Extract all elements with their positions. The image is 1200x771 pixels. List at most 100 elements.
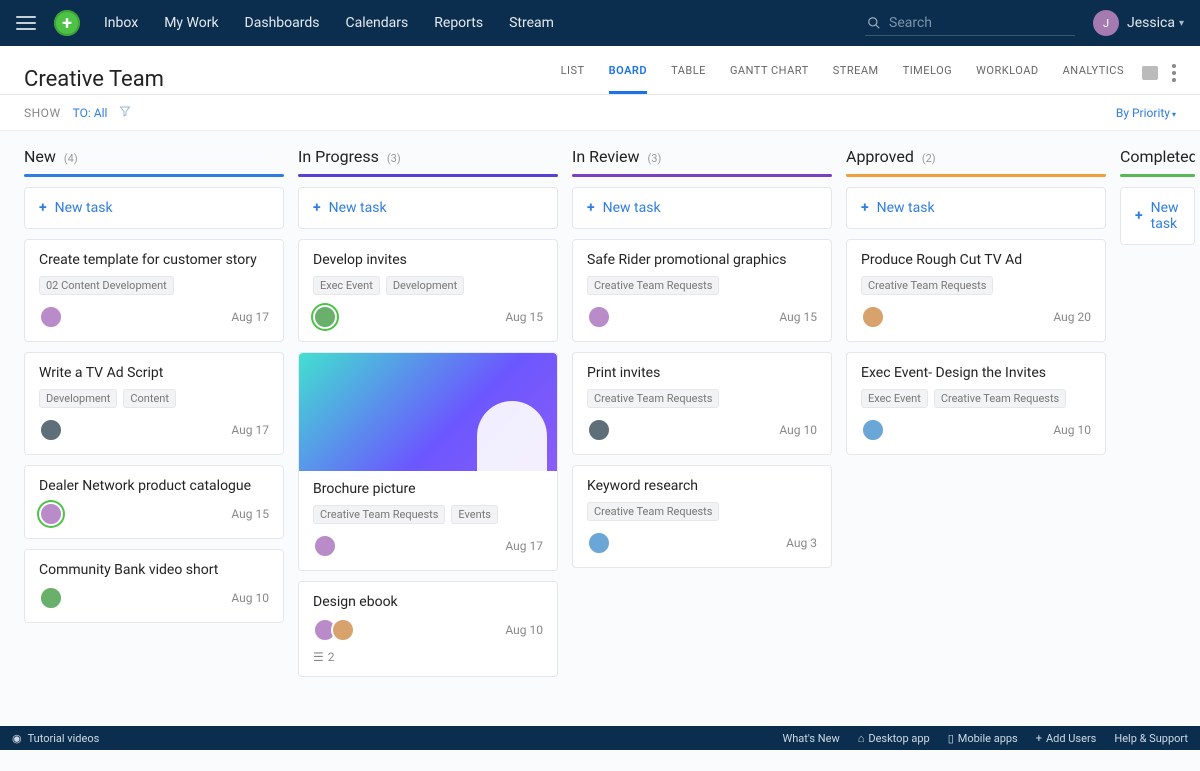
tag: Creative Team Requests (587, 502, 719, 521)
more-menu-icon[interactable] (1172, 64, 1176, 82)
card-tags: Exec EventDevelopment (313, 276, 543, 295)
hamburger-icon[interactable] (16, 16, 36, 30)
tab-workload[interactable]: WORKLOAD (976, 64, 1038, 94)
column-underline (572, 174, 832, 177)
card-date: Aug 15 (231, 507, 269, 521)
task-card[interactable]: Keyword researchCreative Team RequestsAu… (572, 465, 832, 568)
user-name: Jessica (1127, 15, 1175, 31)
new-task-button[interactable]: +New task (298, 187, 558, 229)
card-title: Safe Rider promotional graphics (587, 252, 817, 268)
whats-new-link[interactable]: What's New (782, 732, 839, 745)
board-column: Approved(2)+New taskProduce Rough Cut TV… (846, 145, 1106, 465)
tab-timelog[interactable]: TIMELOG (903, 64, 953, 94)
avatar (39, 502, 63, 526)
card-title: Exec Event- Design the Invites (861, 365, 1091, 381)
nav-reports[interactable]: Reports (434, 15, 483, 31)
mobile-icon: ▯ (948, 732, 954, 745)
folder-icon[interactable] (1142, 66, 1158, 80)
show-label: SHOW (24, 106, 61, 120)
board-column: In Progress(3)+New taskDevelop invitesEx… (298, 145, 558, 687)
column-count: (4) (64, 152, 78, 165)
card-date: Aug 15 (505, 310, 543, 324)
task-card[interactable]: Produce Rough Cut TV AdCreative Team Req… (846, 239, 1106, 342)
assignee-avatars (861, 418, 879, 442)
mobile-apps-link[interactable]: ▯Mobile apps (948, 732, 1018, 745)
tag: Creative Team Requests (313, 505, 445, 524)
tab-board[interactable]: BOARD (609, 64, 647, 94)
avatar (313, 305, 337, 329)
assignee-avatars (313, 534, 331, 558)
search-input[interactable] (889, 15, 1073, 31)
card-date: Aug 15 (779, 310, 817, 324)
assignee-avatars (39, 586, 57, 610)
tutorial-videos-link[interactable]: ◉ Tutorial videos (12, 732, 99, 745)
tab-table[interactable]: TABLE (671, 64, 706, 94)
footer-bar: ◉ Tutorial videos What's New ⌂Desktop ap… (0, 726, 1200, 750)
nav-my-work[interactable]: My Work (164, 15, 218, 31)
to-filter[interactable]: TO: All (73, 106, 108, 120)
assignee-avatars (587, 531, 605, 555)
card-title: Print invites (587, 365, 817, 381)
plus-icon: + (313, 200, 321, 216)
page-title: Creative Team (24, 67, 561, 92)
card-title: Dealer Network product catalogue (39, 478, 269, 494)
tag: Creative Team Requests (861, 276, 993, 295)
new-task-button[interactable]: +New task (572, 187, 832, 229)
avatar: J (1093, 10, 1119, 36)
card-title: Develop invites (313, 252, 543, 268)
assignee-avatars (861, 305, 879, 329)
assignee-avatars (39, 418, 57, 442)
task-card[interactable]: Exec Event- Design the Invites Exec Event… (846, 352, 1106, 455)
tab-stream[interactable]: STREAM (833, 64, 879, 94)
task-card[interactable]: Community Bank video shortAug 10 (24, 549, 284, 623)
assignee-avatars (587, 305, 605, 329)
tab-list[interactable]: LIST (561, 64, 585, 94)
board-column: New(4)+New taskCreate template for custo… (24, 145, 284, 633)
add-button[interactable]: + (54, 10, 80, 36)
card-tags: Creative Team Requests (861, 276, 1091, 295)
user-menu[interactable]: J Jessica ▾ (1093, 10, 1184, 36)
avatar (587, 531, 611, 555)
nav-inbox[interactable]: Inbox (104, 15, 138, 31)
nav-calendars[interactable]: Calendars (345, 15, 408, 31)
column-underline (1120, 174, 1195, 177)
card-image (299, 353, 557, 471)
column-underline (846, 174, 1106, 177)
avatar (39, 305, 63, 329)
page-header: Creative Team LIST BOARD TABLE GANTT CHA… (0, 46, 1200, 95)
column-underline (298, 174, 558, 177)
plus-icon: + (861, 200, 869, 216)
task-card[interactable]: Write a TV Ad ScriptDevelopmentContentAu… (24, 352, 284, 455)
new-task-button[interactable]: +New task (1120, 187, 1195, 245)
card-title: Brochure picture (313, 481, 543, 497)
task-card[interactable]: Design ebookAug 10☰2 (298, 581, 558, 677)
avatar (313, 534, 337, 558)
help-support-link[interactable]: Help & Support (1114, 732, 1188, 745)
tag: Creative Team Requests (934, 389, 1066, 408)
tag: Development (386, 276, 464, 295)
avatar (861, 305, 885, 329)
add-users-link[interactable]: +Add Users (1036, 732, 1097, 745)
filter-icon[interactable] (119, 105, 131, 120)
nav-stream[interactable]: Stream (509, 15, 554, 31)
nav-dashboards[interactable]: Dashboards (245, 15, 320, 31)
assignee-avatars (39, 502, 57, 526)
task-card[interactable]: Brochure pictureCreative Team RequestsEv… (298, 352, 558, 571)
new-task-button[interactable]: +New task (846, 187, 1106, 229)
task-card[interactable]: Create template for customer story02 Con… (24, 239, 284, 342)
task-card[interactable]: Print invitesCreative Team RequestsAug 1… (572, 352, 832, 455)
task-card[interactable]: Dealer Network product catalogue Aug 15 (24, 465, 284, 539)
tab-analytics[interactable]: ANALYTICS (1063, 64, 1124, 94)
sort-dropdown[interactable]: By Priority▾ (1116, 106, 1176, 120)
task-card[interactable]: Safe Rider promotional graphicsCreative … (572, 239, 832, 342)
search-field[interactable] (865, 11, 1075, 36)
new-task-button[interactable]: +New task (24, 187, 284, 229)
column-title: In Review (572, 147, 640, 166)
desktop-app-link[interactable]: ⌂Desktop app (858, 732, 930, 745)
tab-gantt[interactable]: GANTT CHART (730, 64, 809, 94)
assignee-avatars (313, 305, 331, 329)
card-date: Aug 10 (779, 423, 817, 437)
task-card[interactable]: Develop invites Exec EventDevelopment Aug … (298, 239, 558, 342)
assignee-avatars (313, 618, 349, 642)
tag: Exec Event (861, 389, 928, 408)
